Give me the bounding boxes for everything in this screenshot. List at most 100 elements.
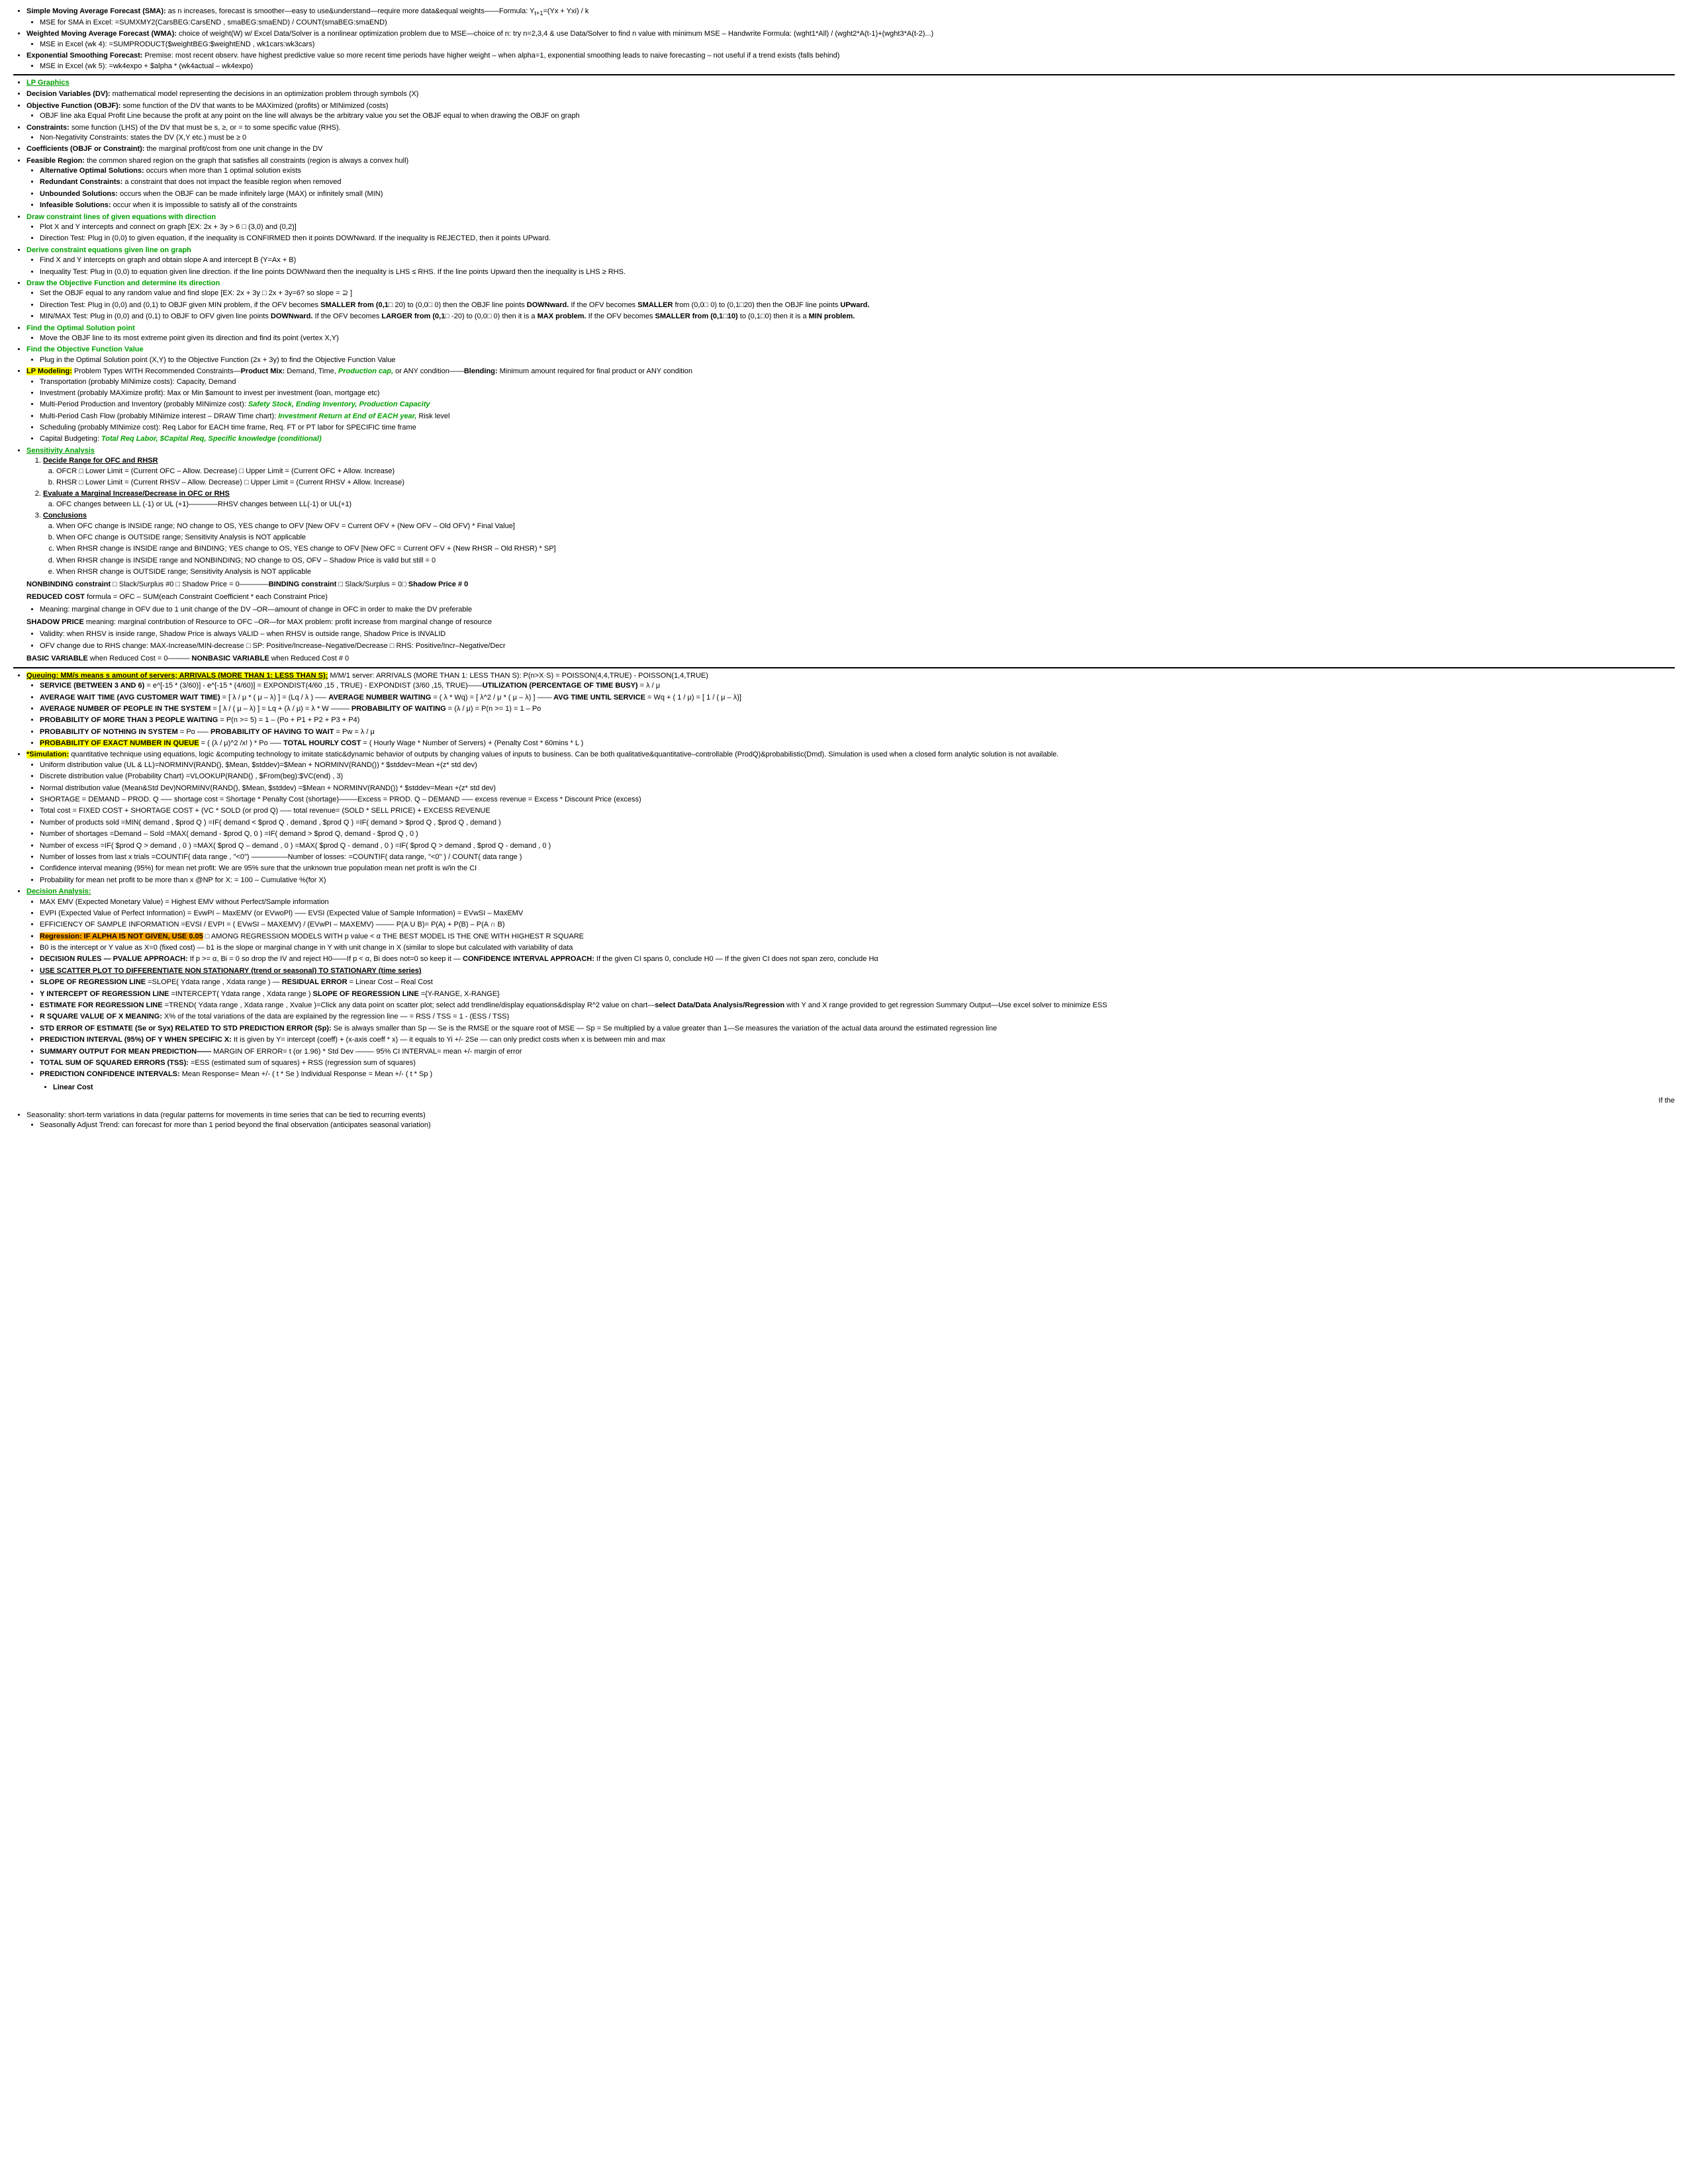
capital-budgeting: Capital Budgeting: Total Req Labor, $Cap… <box>40 434 1675 444</box>
conc-d: When RHSR change is INSIDE range and NON… <box>56 556 1675 566</box>
rhsr: RHSR □ Lower Limit = (Current RHSV – All… <box>56 478 1675 488</box>
nonbinding: NONBINDING constraint □ Slack/Surplus #0… <box>26 579 1675 590</box>
if-the-text: If the <box>40 1095 1675 1107</box>
conclusions: Conclusions When OFC change is INSIDE ra… <box>43 511 1675 577</box>
esf-label: Exponential Smoothing Forecast: <box>26 52 142 60</box>
redundant: Redundant Constraints: a constraint that… <box>40 177 1675 187</box>
reduced-cost: REDUCED COST formula = OFC – SUM(each Co… <box>26 592 1675 603</box>
summary-output: SUMMARY OUTPUT FOR MEAN PREDICTION—— MAR… <box>40 1047 1675 1057</box>
sma-label: Simple Moving Average Forecast (SMA): <box>26 7 166 15</box>
esf-item: Exponential Smoothing Forecast: Premise:… <box>26 51 1675 71</box>
draw-objf: Draw the Objective Function and determin… <box>26 279 1675 322</box>
dv-item: Decision Variables (DV): mathematical mo… <box>26 89 1675 99</box>
sma-excel: MSE for SMA in Excel: =SUMXMY2(CarsBEG:C… <box>40 18 1675 28</box>
objf-item: Objective Function (OBJF): some function… <box>26 101 1675 122</box>
unbounded-label: Unbounded Solutions: <box>40 190 118 198</box>
derive-sub1: Find X and Y intercepts on graph and obt… <box>40 255 1675 265</box>
divider2 <box>13 667 1675 668</box>
draw-constraint-label: Draw constraint lines of given equations… <box>26 213 216 221</box>
conclusions-label: Conclusions <box>43 512 87 520</box>
simulation-label: *Simulation: <box>26 751 69 758</box>
service-item: SERVICE (BETWEEN 3 AND 6) = e^[-15 * (3/… <box>40 681 1675 691</box>
find-ofv-sub: Plug in the Optimal Solution point (X,Y)… <box>40 355 1675 365</box>
decision-rules-label: DECISION RULES — PVALUE APPROACH: <box>40 955 188 963</box>
ofcr: OFCR □ Lower Limit = (Current OFC – Allo… <box>56 467 1675 477</box>
sma-item: Simple Moving Average Forecast (SMA): as… <box>26 7 1675 28</box>
wma-excel: MSE in Excel (wk 4): =SUMPRODUCT($weight… <box>40 40 1675 50</box>
scheduling: Scheduling (probably MINimize cost): Req… <box>40 423 1675 433</box>
draw-objf-label: Draw the Objective Function and determin… <box>26 279 220 287</box>
decide-range: Decide Range for OFC and RHSR OFCR □ Low… <box>43 456 1675 488</box>
total-sse-label: TOTAL SUM OF SQUARED ERRORS (TSS): <box>40 1059 189 1067</box>
constraints-label: Constraints: <box>26 124 70 132</box>
coeff-label: Coefficients (OBJF or Constraint): <box>26 145 144 153</box>
num-products: Number of products sold =MIN( demand , $… <box>40 818 1675 828</box>
infeasible-label: Infeasible Solutions: <box>40 201 111 209</box>
seasonality-sub: Seasonally Adjust Trend: can forecast fo… <box>40 1120 1675 1130</box>
num-excess: Number of excess =IF( $prod Q > demand ,… <box>40 841 1675 851</box>
avg-wait: AVERAGE WAIT TIME (AVG CUSTOMER WAIT TIM… <box>40 693 1675 703</box>
decision-analysis-item: Decision Analysis: MAX EMV (Expected Mon… <box>26 887 1675 1080</box>
y-intercept: Y INTERCEPT OF REGRESSION LINE =INTERCEP… <box>40 989 1675 999</box>
evpi: EVPI (Expected Value of Perfect Informat… <box>40 909 1675 919</box>
find-optimal-sub: Move the OBJF line to its most extreme p… <box>40 334 1675 343</box>
reduced-cost-meaning: Meaning: marginal change in OFV due to 1… <box>40 605 1675 615</box>
draw-objf-sub1: Set the OBJF equal to any random value a… <box>40 289 1675 298</box>
b0-item: B0 is the intercept or Y value as X=0 (f… <box>40 943 1675 953</box>
decision-analysis-label: Decision Analysis: <box>26 887 91 895</box>
investment: Investment (probably MAXimize profit): M… <box>40 388 1675 398</box>
r-square: R SQUARE VALUE OF X MEANING: X% of the t… <box>40 1012 1675 1022</box>
divider1 <box>13 74 1675 75</box>
r-square-label: R SQUARE VALUE OF X MEANING: <box>40 1013 162 1021</box>
normal: Normal distribution value (Mean&Std Dev)… <box>40 784 1675 794</box>
ofc-changes: OFC changes between LL (-1) or UL (+1)——… <box>56 500 1675 510</box>
seasonality: Seasonality: short-term variations in da… <box>26 1111 1675 1131</box>
esf-excel: MSE in Excel (wk 5): =wk4expo + $alpha *… <box>40 62 1675 71</box>
estimate-reg-label: ESTIMATE FOR REGRESSION LINE <box>40 1001 163 1009</box>
unbounded: Unbounded Solutions: occurs when the OBJ… <box>40 189 1675 199</box>
conc-c: When RHSR change is INSIDE range and BIN… <box>56 544 1675 554</box>
eval-marginal: Evaluate a Marginal Increase/Decrease in… <box>43 489 1675 510</box>
draw-constraint-sub2: Direction Test: Plug in (0,0) to given e… <box>40 234 1675 244</box>
slope-reg: SLOPE OF REGRESSION LINE =SLOPE( Ydata r… <box>40 978 1675 987</box>
simulation-item: *Simulation: quantitative technique usin… <box>26 750 1675 886</box>
feasible-item: Feasible Region: the common shared regio… <box>26 156 1675 211</box>
conc-b: When OFC change is OUTSIDE range; Sensit… <box>56 533 1675 543</box>
dv-label: Decision Variables (DV): <box>26 90 111 98</box>
pred-confidence: PREDICTION CONFIDENCE INTERVALS: Mean Re… <box>40 1069 1675 1079</box>
find-ofv: Find the Objective Function Value Plug i… <box>26 345 1675 365</box>
conc-e: When RHSR change is OUTSIDE range; Sensi… <box>56 567 1675 577</box>
lp-modeling: LP Modeling: Problem Types WITH Recommen… <box>26 367 1675 445</box>
main-content: Simple Moving Average Forecast (SMA): as… <box>13 7 1675 1130</box>
draw-objf-sub2: Direction Test: Plug in (0,0) and (0,1) … <box>40 300 1675 310</box>
lp-graphics-header: LP Graphics <box>26 78 1675 88</box>
y-intercept-label: Y INTERCEPT OF REGRESSION LINE <box>40 990 169 998</box>
find-optimal-label: Find the Optimal Solution point <box>26 324 135 332</box>
std-error: STD ERROR OF ESTIMATE (Se or Syx) RELATE… <box>40 1024 1675 1034</box>
pred-confidence-label: PREDICTION CONFIDENCE INTERVALS: <box>40 1070 180 1078</box>
discrete: Discrete distribution value (Probability… <box>40 772 1675 782</box>
scatter-plot: USE SCATTER PLOT TO DIFFERENTIATE NON ST… <box>40 966 1675 976</box>
decision-rules: DECISION RULES — PVALUE APPROACH: If p >… <box>40 954 1675 964</box>
draw-constraint: Draw constraint lines of given equations… <box>26 212 1675 244</box>
slope-reg-label: SLOPE OF REGRESSION LINE <box>40 978 146 986</box>
eval-marginal-label: Evaluate a Marginal Increase/Decrease in… <box>43 490 230 498</box>
shadow-price: SHADOW PRICE meaning: marginal contribut… <box>26 617 1675 628</box>
shadow-validity: Validity: when RHSV is inside range, Sha… <box>40 629 1675 639</box>
wma-item: Weighted Moving Average Forecast (WMA): … <box>26 29 1675 50</box>
if-the-section: If the <box>40 1095 1675 1107</box>
num-losses: Number of losses from last x trials =COU… <box>40 852 1675 862</box>
prob-more3-label: PROBABILITY OF MORE THAN 3 PEOPLE WAITIN… <box>40 716 218 724</box>
multi-cash: Multi-Period Cash Flow (probably MINimiz… <box>40 412 1675 422</box>
decide-range-label: Decide Range for OFC and RHSR <box>43 457 158 465</box>
queuing-header: Queuing: MM/s means s amount of servers;… <box>26 671 1675 749</box>
sensitivity-formulas: NONBINDING constraint □ Slack/Surplus #0… <box>26 579 1675 664</box>
uniform: Uniform distribution value (UL & LL)=NOR… <box>40 760 1675 770</box>
basic-variable: BASIC VARIABLE when Reduced Cost = 0——— … <box>26 653 1675 664</box>
redundant-label: Redundant Constraints: <box>40 178 122 186</box>
scatter-plot-label: USE SCATTER PLOT TO DIFFERENTIATE NON ST… <box>40 967 422 975</box>
avg-people: AVERAGE NUMBER OF PEOPLE IN THE SYSTEM =… <box>40 704 1675 714</box>
objf-label: Objective Function (OBJF): <box>26 102 120 110</box>
find-optimal: Find the Optimal Solution point Move the… <box>26 324 1675 344</box>
total-cost: Total cost = FIXED COST + SHORTAGE COST … <box>40 806 1675 816</box>
